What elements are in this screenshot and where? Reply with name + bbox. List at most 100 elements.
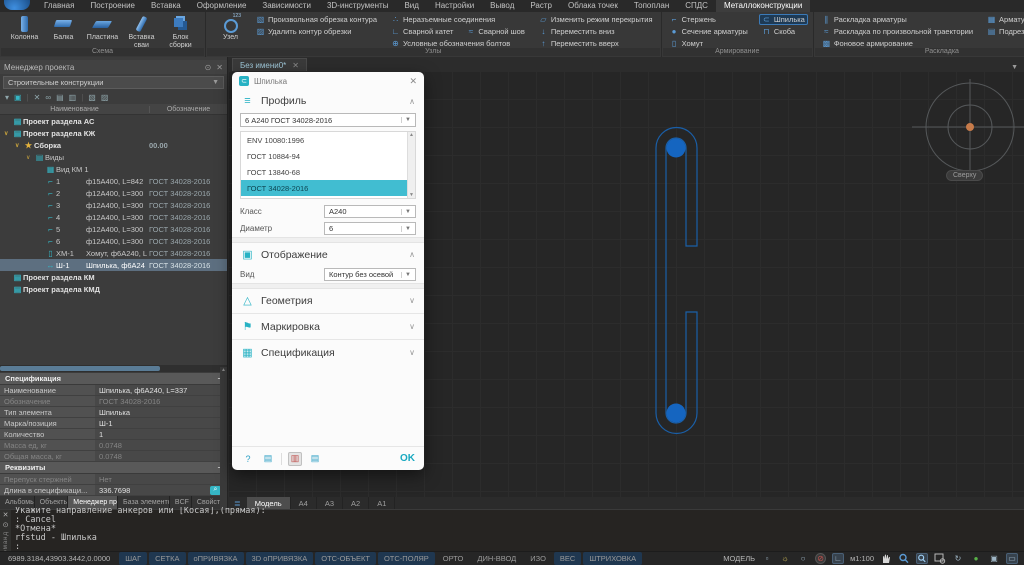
ribbon-tab[interactable]: Топоплан [626,0,677,12]
ribbon-small-button[interactable]: ▤ Подрезка сеток [984,26,1024,37]
ribbon-tab[interactable]: Вставка [143,0,189,12]
status-toggle[interactable]: ШТРИХОВКА [583,552,642,565]
profile-combobox[interactable]: 6 А240 ГОСТ 34028-2016 ▼ [240,113,416,127]
help-icon[interactable]: ? [241,452,255,466]
lock-ui-icon[interactable]: ⊘ [815,553,826,564]
status-toggle[interactable]: ОТС-ОБЪЕКТ [315,552,376,565]
expander-icon[interactable]: ∨ [4,130,12,137]
ribbon-tab[interactable]: Настройки [427,0,482,12]
add-view-icon[interactable]: ▣ [14,93,22,102]
spec-value-cell[interactable]: Нет ⌕ [95,474,227,484]
scrollbar-thumb[interactable] [0,366,160,371]
ribbon-tab[interactable]: Металлоконструкции [716,0,810,12]
tab-list-dropdown-icon[interactable]: ▼ [1011,64,1018,71]
status-toggle[interactable]: ИЗО [524,552,552,565]
chevron-up-icon[interactable]: ∧ [409,250,415,259]
app-logo-icon[interactable] [4,0,30,10]
ribbon-tab[interactable]: Растр [522,0,560,12]
status-toggle[interactable]: ШАГ [119,552,147,565]
ribbon-small-button[interactable]: ↓ Переместить вниз [536,26,618,37]
tree-row[interactable]: ▤ Проект раздела КМ [0,271,227,283]
ribbon-big-button[interactable]: Колонна [5,14,44,49]
standard-list-item[interactable]: ГОСТ 34028-2016 [241,180,407,196]
ribbon-small-button[interactable]: ∴ Неразъемные соединения [388,14,498,25]
tree-row[interactable]: ▤ Проект раздела КМД [0,283,227,295]
section-profile[interactable]: ≡ Профиль ∧ [232,90,424,112]
tree-row[interactable]: ∨ ▤ Проект раздела КЖ [0,127,227,139]
status-toggle[interactable]: ОРТО [437,552,470,565]
status-toggle[interactable]: 3D оПРИВЯЗКА [246,552,314,565]
ribbon-tab[interactable]: Облака точек [560,0,626,12]
ribbon-small-button[interactable]: ≈ Раскладка по произвольной траектории [819,26,976,37]
standard-list-item[interactable]: ENV 10080:1996 [241,132,407,148]
spec-row[interactable]: Длина в спецификаци... 336.7698 ⌕ [0,485,227,496]
annotation-visibility-icon[interactable]: ☼ [779,553,791,564]
dialog-close-icon[interactable]: ✕ [409,76,417,87]
stud-bottom-bend[interactable] [667,404,686,423]
ok-button[interactable]: OK [400,453,415,464]
ribbon-tab[interactable]: Оформление [189,0,255,12]
ribbon-tab[interactable]: 3D-инструменты [319,0,397,12]
ribbon-tab[interactable]: СПДС [677,0,716,12]
pin-icon[interactable]: ⊙ [205,63,212,72]
tree-column-header[interactable]: Наименование Обозначение [0,104,227,115]
compass-center-dot[interactable] [966,123,974,131]
horizontal-scrollbar[interactable] [0,365,227,372]
spec-value-cell[interactable]: 336.7698 ⌕ [95,485,227,495]
dialog-title-bar[interactable]: ⊂ Шпилька ✕ [232,72,424,90]
ribbon-big-button[interactable]: Пластина [83,14,122,49]
ribbon-small-button[interactable]: ∥ Раскладка арматуры [819,14,910,25]
ribbon-big-button[interactable]: Блок сборки [161,14,200,49]
copy-properties-icon[interactable]: ▤ [308,452,322,466]
close-command-icon[interactable]: ✕ [3,511,9,519]
section-specification[interactable]: ▦ Спецификация ∨ [232,341,424,364]
lock-icon[interactable]: ▨ [101,93,109,102]
tree-row[interactable]: ↔ Ш-1 Шпилька, ф6А24 ГОСТ 34028-2016 [0,259,227,271]
chevron-down-icon[interactable]: ∨ [409,348,415,357]
spec-value-cell[interactable]: Шпилька ⌕ [95,407,227,417]
status-toggle[interactable]: ОТС-ПОЛЯР [378,552,435,565]
stud-contour[interactable] [656,128,697,434]
ribbon-tab[interactable]: Вид [396,0,426,12]
close-panel-icon[interactable]: ✕ [216,63,223,72]
spec-row[interactable]: Обозначение ГОСТ 34028-2016 ⌕ [0,396,227,407]
tree-row[interactable]: ⌐ 1 ф15А400, L=842 ГОСТ 34028-2016 [0,175,227,187]
spec-value-cell[interactable]: 1 ⌕ [95,429,227,439]
zoom-window-icon[interactable] [916,553,928,564]
standard-list-item[interactable]: ГОСТ 13840-68 [241,164,407,180]
stud-top-bend[interactable] [667,139,686,158]
status-toggle[interactable]: ДИН-ВВОД [471,552,522,565]
spec-row[interactable]: Перепуск стержней Нет ⌕ [0,474,227,485]
tree-row[interactable]: ⌐ 4 ф12А400, L=300 ГОСТ 34028-2016 [0,211,227,223]
status-toggle[interactable]: СЕТКА [149,552,185,565]
standard-list-item[interactable]: ГОСТ 10884-94 [241,148,407,164]
ribbon-small-button[interactable]: ⊂ Шпилька [759,14,808,25]
expander-icon[interactable]: ∨ [26,154,34,161]
status-toggle[interactable]: ВЕС [554,552,581,565]
render-mode-icon[interactable]: ● [970,553,982,564]
chevron-up-icon[interactable]: ∧ [409,97,415,106]
tree-row[interactable]: ⌐ 5 ф12А400, L=300 ГОСТ 34028-2016 [0,223,227,235]
spec-value-cell[interactable]: Шпилька, ф6А240, L=337 ⌕ [95,385,227,395]
ribbon-tab[interactable]: Зависимости [254,0,319,12]
fullscreen-icon[interactable]: ▭ [1006,553,1018,564]
ribbon-small-button[interactable]: ▨ Удалить контур обрезки [253,26,354,37]
spec-row[interactable]: Наименование Шпилька, ф6А240, L=337 ⌕ [0,385,227,396]
section-geometry[interactable]: △ Геометрия ∨ [232,289,424,312]
spec-value-cell[interactable]: Ш-1 ⌕ [95,418,227,428]
model-space-label[interactable]: МОДЕЛЬ [723,554,755,563]
cut-icon[interactable]: ✕ [34,93,41,102]
ribbon-small-button[interactable]: ⌐ Стержень [667,14,719,25]
spec-value-cell[interactable]: 0.0748 ⌕ [95,451,227,461]
section-display[interactable]: ▣ Отображение ∧ [232,243,424,266]
lightbulb-icon[interactable]: ○ [797,553,809,564]
ribbon-small-button[interactable]: ≈ Сварной шов [463,26,527,37]
spec-toggle-icon[interactable]: ▥ [288,452,302,466]
edit-icon[interactable]: ▧ [88,93,96,102]
node-big-button[interactable]: Узел [211,14,250,42]
ribbon-small-button[interactable]: ▦ Арматурная сетка [984,14,1024,25]
compass-view-label[interactable]: Сверху [946,170,983,181]
pin-command-icon[interactable]: ⊙ [3,521,9,529]
class-combobox[interactable]: А240 ▼ [324,205,416,218]
orbit-icon[interactable]: ↻ [952,553,964,564]
